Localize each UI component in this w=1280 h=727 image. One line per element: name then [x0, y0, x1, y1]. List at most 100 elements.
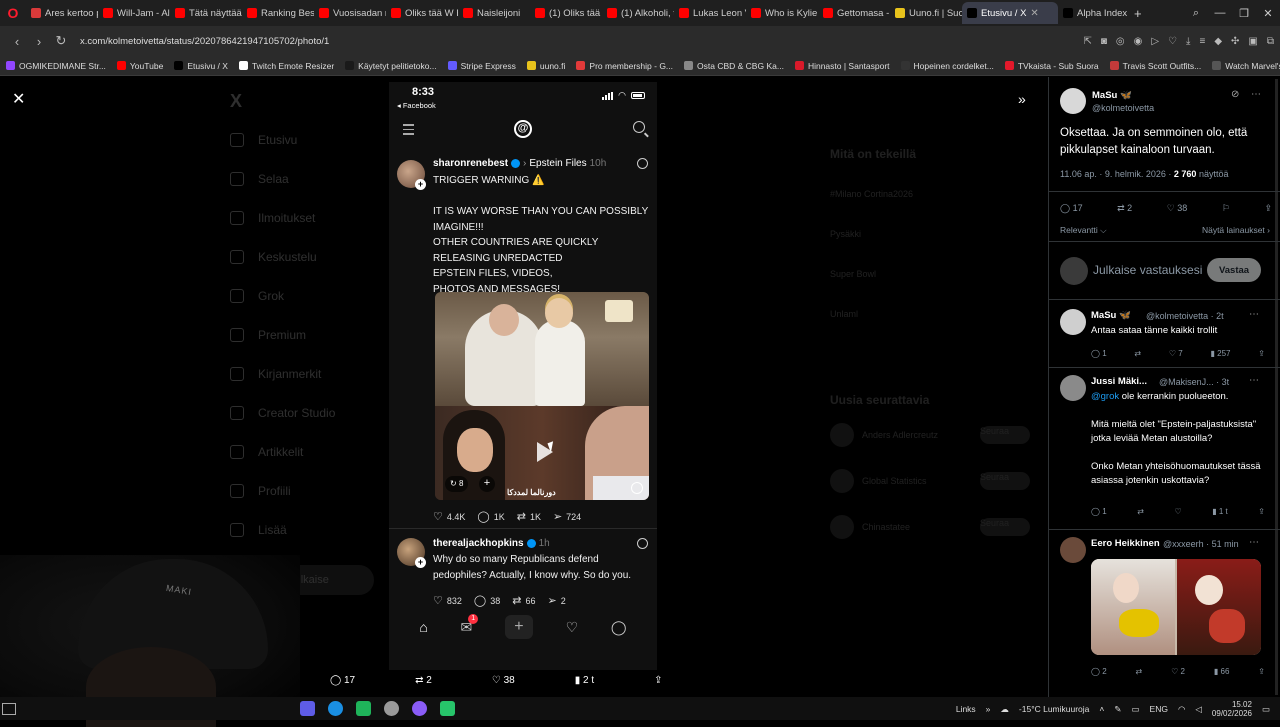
views-icon[interactable]: ▮ 257: [1211, 349, 1231, 358]
like-icon[interactable]: ♡ 2: [1171, 667, 1185, 676]
reply-icon[interactable]: ◯ 1: [1091, 507, 1107, 516]
browser-tab[interactable]: Vuosisadan ri: [314, 2, 386, 24]
close-window-icon[interactable]: ✕: [1256, 7, 1280, 20]
reply-author[interactable]: MaSu 🦋: [1091, 310, 1131, 321]
reply-input[interactable]: Julkaise vastauksesi: [1093, 263, 1202, 277]
bookmark-icon[interactable]: ⚐: [1222, 203, 1230, 214]
bookmark-item[interactable]: Hopeinen cordelket...: [900, 61, 994, 71]
reply-icon[interactable]: ◯ 2: [1091, 667, 1107, 676]
repost-count-button[interactable]: ⇄ 2: [415, 675, 432, 689]
clock[interactable]: 15.02 09/02/2026: [1212, 700, 1252, 718]
show-quotes-link[interactable]: Näytä lainaukset ›: [1202, 225, 1270, 235]
pen-icon[interactable]: ✎: [1114, 704, 1121, 715]
eye-icon[interactable]: ◉: [1134, 36, 1143, 47]
reload-icon[interactable]: ↻: [50, 33, 72, 49]
edge-icon[interactable]: [328, 701, 343, 716]
browser-tab[interactable]: Etusivu / X ✕: [962, 2, 1058, 24]
reply-author[interactable]: Jussi Mäki...: [1091, 376, 1147, 387]
bookmark-item[interactable]: Käytetyt pelitietoko...: [345, 61, 437, 71]
bookmark-item[interactable]: Travis Scott Outfits...: [1109, 61, 1201, 71]
play-icon[interactable]: ▷: [1151, 36, 1159, 47]
network-icon[interactable]: ▭: [1132, 704, 1140, 715]
notification-icon[interactable]: ▭: [1262, 704, 1270, 715]
bookmark-item[interactable]: Pro membership - G...: [576, 61, 673, 71]
browser-tab[interactable]: Uuno.fi | Suom: [890, 2, 962, 24]
obs-icon[interactable]: [440, 701, 455, 716]
share-icon[interactable]: ⇪: [1264, 203, 1272, 214]
sort-dropdown[interactable]: Relevantti ⌵: [1060, 225, 1107, 236]
browser-tab[interactable]: Gettomasa - S: [818, 2, 890, 24]
like-stat[interactable]: ♡ 38: [1167, 203, 1188, 214]
bookmark-item[interactable]: OGMIKEDIMANE Str...: [6, 61, 106, 71]
reply-icon[interactable]: ◯ 1: [1091, 349, 1107, 358]
maximize-icon[interactable]: ❐: [1232, 7, 1256, 20]
author-avatar[interactable]: [1060, 88, 1086, 114]
views-count-button[interactable]: ▮ 2 t: [575, 675, 594, 689]
more-icon[interactable]: ⋯: [1249, 309, 1259, 320]
share-icon[interactable]: ⇱: [1083, 36, 1091, 47]
app-icon[interactable]: [412, 701, 427, 716]
repost-stat[interactable]: ⇄ 2: [1117, 203, 1132, 214]
tray-up-icon[interactable]: ˄: [1099, 704, 1104, 714]
share-icon[interactable]: ⇪: [1258, 667, 1265, 676]
settings-icon[interactable]: [384, 701, 399, 716]
author-handle[interactable]: @kolmetoivetta: [1092, 103, 1154, 113]
url-field[interactable]: x.com/kolmetoivetta/status/2020786421947…: [80, 36, 1083, 47]
like-icon[interactable]: ♡ 7: [1169, 349, 1183, 358]
new-tab-icon[interactable]: +: [1134, 6, 1142, 21]
bookmark-item[interactable]: Osta CBD & CBG Ka...: [684, 61, 784, 71]
puzzle-icon[interactable]: ✣: [1231, 36, 1239, 47]
reply-count-button[interactable]: ◯ 17: [330, 675, 355, 689]
more-icon[interactable]: ⋯: [1251, 89, 1261, 100]
browser-tab[interactable]: (1) Alkoholi, t: [602, 2, 674, 24]
bookmark-item[interactable]: Stripe Express: [447, 61, 516, 71]
browser-tab[interactable]: Lukas Leon Vi: [674, 2, 746, 24]
volume-icon[interactable]: ◁: [1195, 704, 1202, 715]
reply-stat[interactable]: ◯ 17: [1060, 203, 1083, 214]
download-icon[interactable]: ⤓: [1186, 36, 1190, 47]
wifi-icon[interactable]: ◠: [1178, 704, 1185, 715]
browser-tab[interactable]: Tätä näyttää S: [170, 2, 242, 24]
browser-tab[interactable]: Ares kertoo p: [26, 2, 98, 24]
extension-icon[interactable]: ◆: [1214, 36, 1222, 47]
close-icon[interactable]: ✕: [12, 89, 25, 109]
scrollbar[interactable]: [1275, 79, 1278, 695]
bookmark-item[interactable]: Hinnasto | Santasport: [794, 61, 890, 71]
forward-icon[interactable]: ›: [28, 34, 50, 49]
minimize-icon[interactable]: —: [1208, 7, 1232, 20]
sidebar-icon[interactable]: ▣: [1248, 36, 1257, 47]
repost-icon[interactable]: ⇄: [1134, 349, 1141, 358]
heart-icon[interactable]: ♡: [1168, 36, 1177, 47]
menu-icon[interactable]: ≡: [1199, 36, 1205, 47]
bookmark-item[interactable]: Watch Marvel's Luk...: [1212, 61, 1280, 71]
like-icon[interactable]: ♡: [1174, 507, 1181, 516]
author-name[interactable]: MaSu 🦋: [1092, 90, 1132, 101]
teams-icon[interactable]: [300, 701, 315, 716]
bookmark-item[interactable]: Twitch Emote Resizer: [238, 61, 334, 71]
grok-icon[interactable]: ⊘: [1231, 89, 1239, 100]
grok-mention[interactable]: @grok: [1091, 391, 1119, 402]
browser-tab[interactable]: Ranking Best I: [242, 2, 314, 24]
reply-avatar[interactable]: [1060, 309, 1086, 335]
bookmark-item[interactable]: Etusivu / X: [174, 61, 228, 71]
browser-tab[interactable]: Naisleijoni: [458, 2, 530, 24]
close-tab-icon[interactable]: ✕: [1030, 8, 1038, 19]
share-icon[interactable]: ⇪: [1258, 507, 1265, 516]
more-icon[interactable]: ⋯: [1249, 375, 1259, 386]
repost-icon[interactable]: ⇄: [1137, 507, 1144, 516]
share-button[interactable]: ⇪: [654, 675, 662, 689]
reply-avatar[interactable]: [1060, 537, 1086, 563]
bookmark-item[interactable]: uuno.fi: [526, 61, 565, 71]
spotify-icon[interactable]: [356, 701, 371, 716]
share-icon[interactable]: ⇪: [1258, 349, 1265, 358]
reply-image[interactable]: [1091, 559, 1261, 655]
opera-logo-icon[interactable]: O: [0, 0, 26, 26]
browser-tab[interactable]: Oliks tää W Ri: [386, 2, 458, 24]
like-count-button[interactable]: ♡ 38: [492, 675, 515, 689]
browser-tab[interactable]: (1) Oliks tää W: [530, 2, 602, 24]
camera-icon[interactable]: ◙: [1101, 36, 1107, 47]
reply-author[interactable]: Eero Heikkinen: [1091, 538, 1160, 549]
reply-avatar[interactable]: [1060, 375, 1086, 401]
repost-icon[interactable]: ⇄: [1136, 667, 1143, 676]
language[interactable]: ENG: [1150, 704, 1168, 714]
